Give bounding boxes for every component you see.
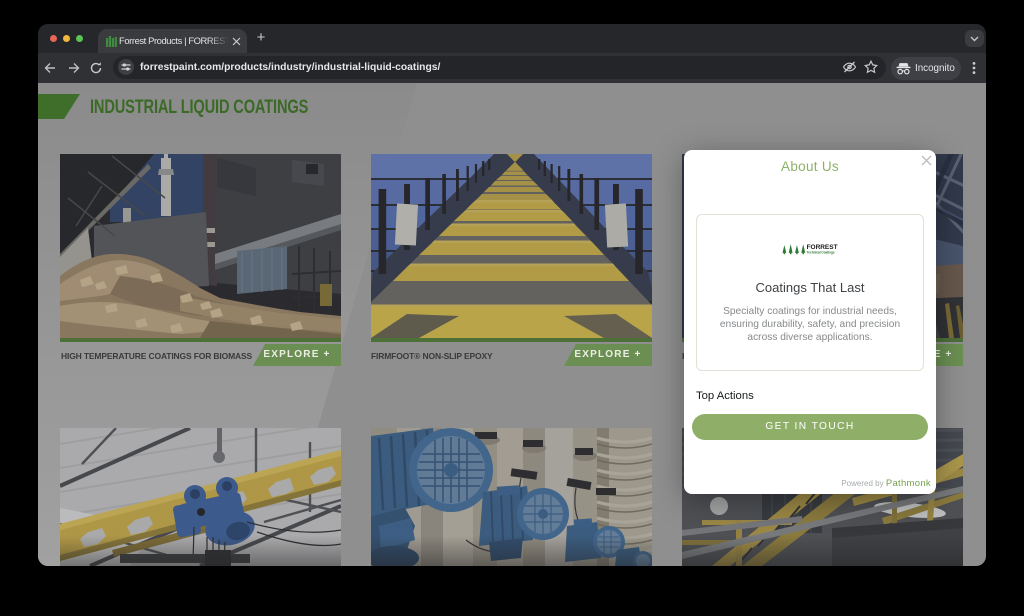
svg-text:Technical Coatings: Technical Coatings — [807, 250, 835, 254]
